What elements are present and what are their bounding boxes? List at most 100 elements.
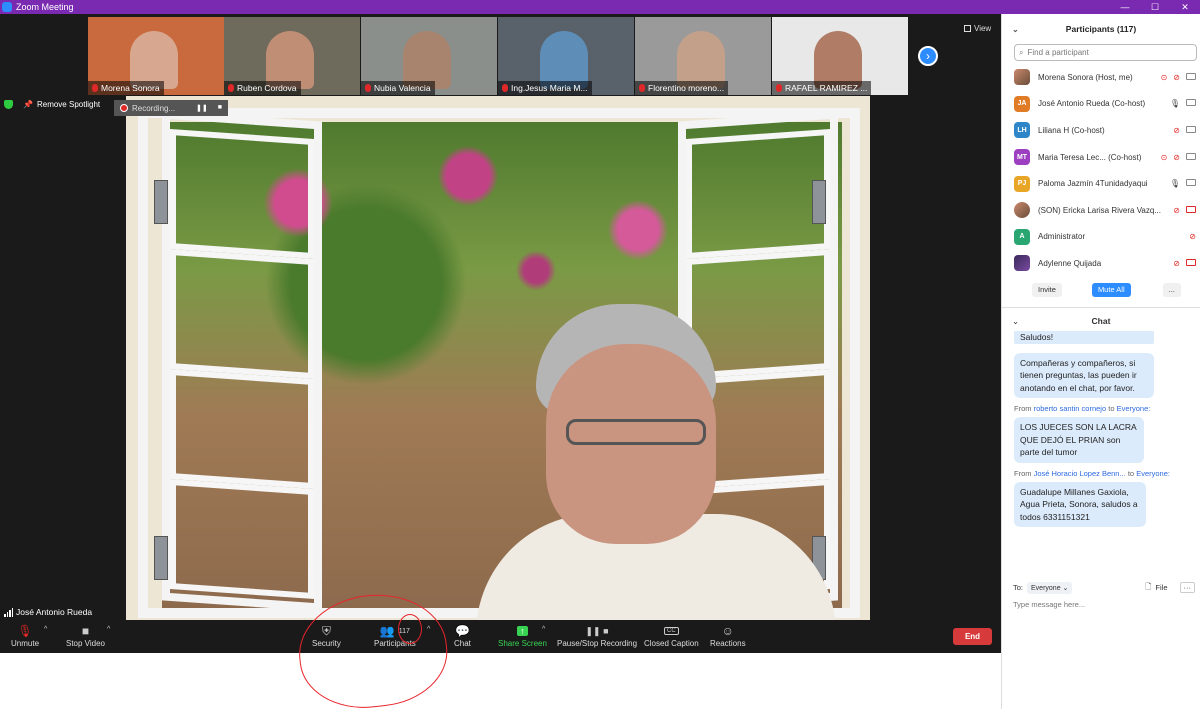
- video-options-caret-icon[interactable]: ^: [107, 626, 110, 633]
- chat-button[interactable]: 💬 Chat: [454, 623, 471, 648]
- camera-icon: [1186, 72, 1196, 80]
- reactions-button[interactable]: ☺ Reactions: [710, 623, 746, 648]
- participant-row[interactable]: Morena Sonora (Host, me) ⊙ ⊘: [1002, 64, 1200, 91]
- video-tile[interactable]: Ing.Jesus Maria M...: [498, 17, 634, 95]
- file-label: File: [1155, 583, 1168, 592]
- recording-controls-icon: ❚❚ ■: [585, 625, 609, 636]
- invite-button[interactable]: Invite: [1032, 282, 1062, 297]
- participants-title: Participants (117): [1065, 24, 1137, 34]
- collapse-chevron-icon[interactable]: ⌄: [1012, 316, 1019, 327]
- chat-sender-line: From José Horacio Lopez Benn... to Every…: [1014, 469, 1200, 478]
- mic-muted-icon: ⊘: [1173, 205, 1180, 215]
- video-tile[interactable]: Ruben Cordova: [224, 17, 360, 95]
- mic-muted-icon: ⊘: [1173, 152, 1180, 162]
- recipient-select[interactable]: Everyone ⌄: [1027, 581, 1073, 594]
- hinge: [812, 180, 826, 224]
- avatar: A: [1014, 228, 1030, 245]
- participant-search-input[interactable]: ⌕ Find a participant: [1014, 44, 1197, 61]
- chat-recipient: Everyone:: [1116, 404, 1151, 414]
- chat-label: Chat: [454, 639, 471, 648]
- mic-icon: 🎙: [1169, 179, 1180, 189]
- close-window-button[interactable]: ✕: [1170, 0, 1200, 14]
- pause-stop-recording-label: Pause/Stop Recording: [557, 639, 638, 648]
- chat-message-input[interactable]: Type message here...: [1002, 596, 1200, 613]
- audio-options-caret-icon[interactable]: ^: [44, 626, 47, 633]
- camera-icon: [1186, 125, 1196, 133]
- speaker-person: [476, 304, 836, 620]
- next-page-button[interactable]: ›: [918, 46, 938, 66]
- chat-more-button[interactable]: ···: [1179, 582, 1195, 593]
- chat-message-bubble: Guadalupe Millanes Gaxiola, Agua Prieta,…: [1014, 481, 1146, 528]
- search-placeholder: Find a participant: [1027, 48, 1089, 57]
- participant-row[interactable]: JA José Antonio Rueda (Co-host) 🎙: [1002, 91, 1200, 118]
- participant-row[interactable]: PJ Paloma Jazmín 4Tunidadyaqui 🎙: [1002, 170, 1200, 197]
- maximize-button[interactable]: ☐: [1140, 0, 1170, 14]
- avatar: [1014, 255, 1030, 272]
- mic-muted-icon: ⊘: [1189, 232, 1196, 242]
- signal-strength-icon: [4, 607, 13, 617]
- share-options-caret-icon[interactable]: ^: [542, 626, 545, 633]
- end-meeting-button[interactable]: End: [953, 628, 992, 645]
- pause-recording-button[interactable]: ❚❚: [196, 104, 208, 112]
- video-camera-icon: ■: [81, 624, 90, 638]
- from-prefix: From: [1014, 404, 1032, 414]
- video-tile[interactable]: RAFAEL RAMIREZ ...: [772, 17, 908, 95]
- mute-all-button[interactable]: Mute All: [1091, 282, 1131, 297]
- mic-muted-icon: ⊘: [1173, 125, 1180, 135]
- share-screen-button[interactable]: ↑ Share Screen: [498, 623, 547, 648]
- to-label: To:: [1013, 583, 1024, 592]
- video-tile[interactable]: Florentino moreno...: [635, 17, 771, 95]
- participant-name: Maria Teresa Lec... (Co-host): [1038, 152, 1142, 162]
- tile-name: Ruben Cordova: [237, 83, 297, 93]
- chat-sender[interactable]: José Horacio Lopez Benn...: [1034, 469, 1126, 478]
- search-icon: ⌕: [1019, 47, 1024, 57]
- active-speaker-name: José Antonio Rueda: [16, 607, 93, 617]
- cc-icon: CC: [664, 623, 679, 639]
- tile-name: Ing.Jesus Maria M...: [511, 83, 588, 93]
- pause-stop-recording-button[interactable]: ❚❚ ■ Pause/Stop Recording: [557, 623, 638, 649]
- collapse-chevron-icon[interactable]: ⌄: [1012, 25, 1019, 34]
- mic-muted-icon: [639, 84, 645, 92]
- participant-row[interactable]: Adylenne Quijada ⊘: [1002, 250, 1200, 277]
- unmute-button[interactable]: 🎙 Unmute: [11, 623, 39, 648]
- video-tile[interactable]: Nubia Valencia: [361, 17, 497, 95]
- more-options-button[interactable]: ...: [1162, 282, 1181, 297]
- participant-row[interactable]: A Administrator ⊘: [1002, 224, 1200, 251]
- recording-icon: ⊙: [1160, 72, 1168, 82]
- hinge: [154, 536, 168, 580]
- participant-name: Adylenne Quijada: [1038, 258, 1102, 268]
- camera-icon: [1186, 179, 1196, 187]
- closed-caption-button[interactable]: CC Closed Caption: [644, 623, 699, 648]
- to-word: to: [1127, 468, 1135, 478]
- participant-name: Liliana H (Co-host): [1038, 125, 1105, 135]
- pin-icon: 📌: [23, 100, 33, 109]
- hinge: [154, 180, 168, 224]
- camera-icon: [1186, 152, 1196, 160]
- participant-row[interactable]: LH Liliana H (Co-host) ⊘: [1002, 117, 1200, 144]
- camera-icon: [1186, 99, 1196, 107]
- remove-spotlight-button[interactable]: Remove Spotlight: [37, 100, 100, 109]
- to-word: to: [1108, 404, 1115, 414]
- file-button[interactable]: 🗋 File: [1145, 581, 1167, 594]
- avatar: [1014, 69, 1030, 86]
- mic-muted-icon: [228, 84, 234, 92]
- chat-recipient: Everyone:: [1136, 468, 1170, 478]
- spotlight-bar: 📌 Remove Spotlight: [4, 100, 100, 109]
- chat-sender[interactable]: roberto santin cornejo: [1034, 404, 1107, 413]
- view-button[interactable]: View: [964, 24, 991, 33]
- participant-video-strip: Morena Sonora Ruben Cordova Nubia Valenc…: [0, 14, 1001, 95]
- view-label: View: [974, 24, 992, 33]
- mic-muted-icon: ⊘: [1173, 72, 1180, 82]
- minimize-button[interactable]: —: [1110, 0, 1140, 14]
- recording-label: Recording...: [132, 103, 176, 113]
- participant-row[interactable]: (SON) Ericka Larisa Rivera Vazq... ⊘: [1002, 197, 1200, 224]
- chat-sender-line: From roberto santin cornejo to Everyone:: [1014, 404, 1200, 413]
- chat-bubble-icon: 💬: [454, 624, 470, 638]
- smiley-icon: ☺: [721, 624, 734, 638]
- video-tile[interactable]: Morena Sonora: [88, 17, 224, 95]
- stop-recording-button[interactable]: ■: [218, 104, 222, 112]
- stop-video-button[interactable]: ■ Stop Video: [66, 623, 105, 648]
- participant-row[interactable]: MT Maria Teresa Lec... (Co-host) ⊙ ⊘: [1002, 144, 1200, 171]
- chat-message: Guadalupe Millanes Gaxiola, Agua Prieta,…: [1002, 481, 1200, 528]
- grid-icon: [964, 25, 971, 32]
